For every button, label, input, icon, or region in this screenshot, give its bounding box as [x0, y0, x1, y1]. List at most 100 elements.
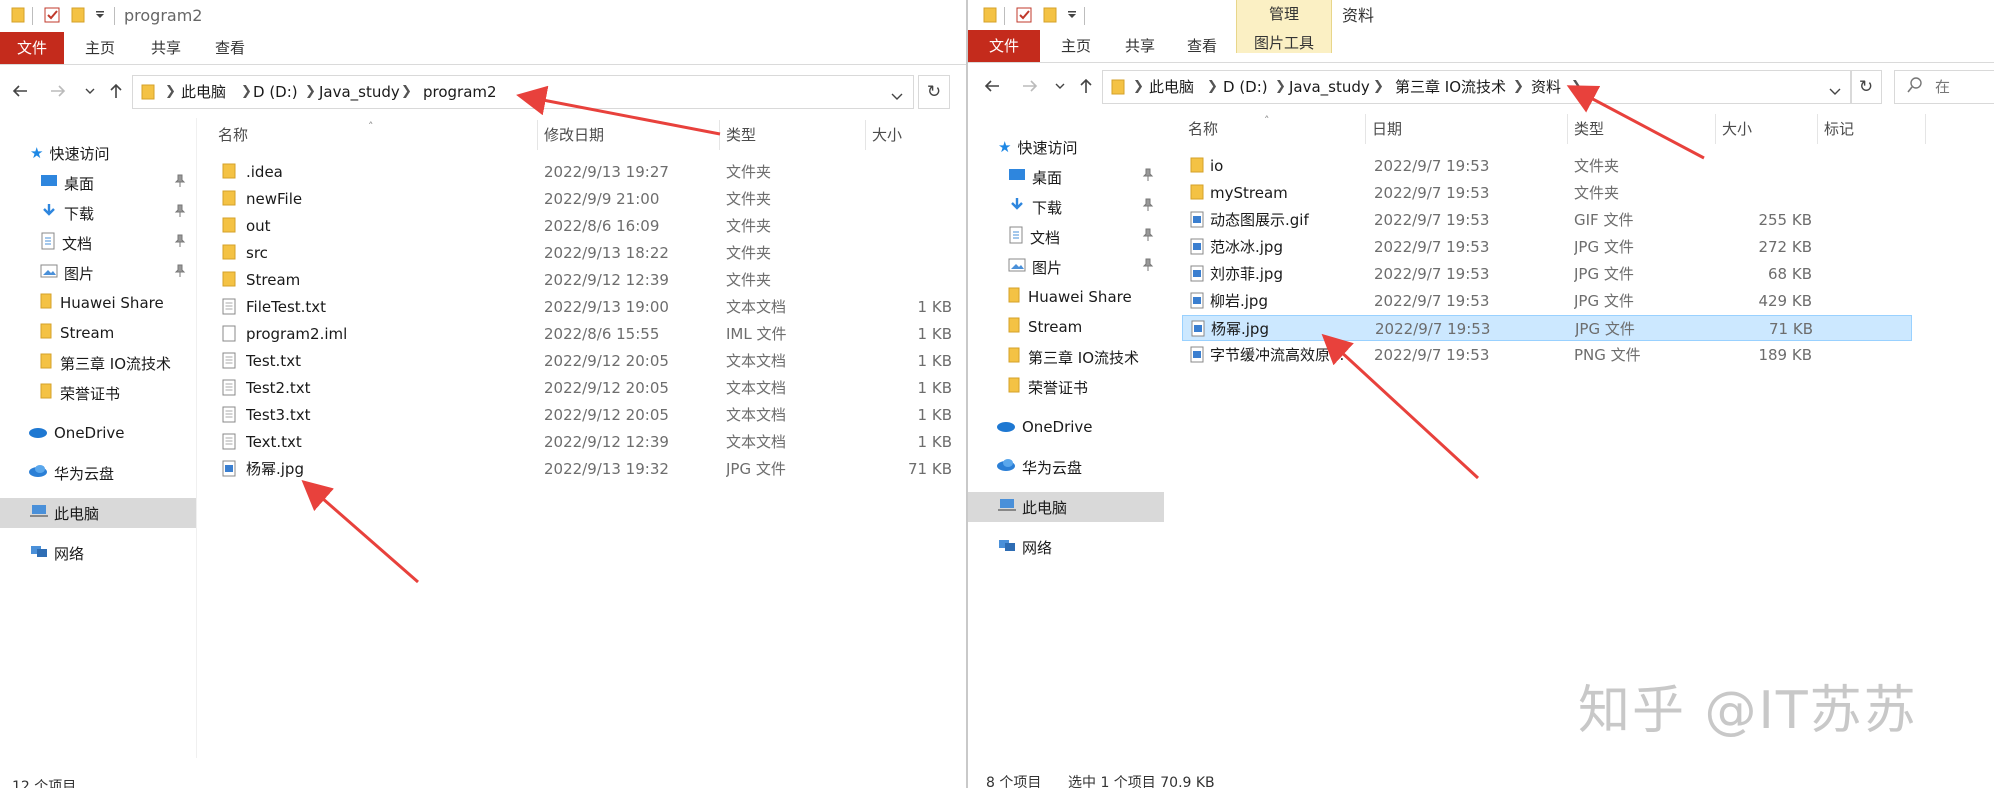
- column-header-tags[interactable]: 标记: [1818, 114, 1926, 144]
- column-header-type[interactable]: 类型: [1568, 114, 1716, 144]
- chevron-down-icon[interactable]: [891, 86, 903, 105]
- nav-quick-access[interactable]: ★ 快速访问: [0, 138, 196, 168]
- file-row[interactable]: 刘亦菲.jpg 2022/9/7 19:53 JPG 文件 68 KB: [1182, 261, 1912, 287]
- navigation-bar: ❯ 此电脑 ❯ D (D:) ❯ Java_study ❯ program2 ↻: [0, 69, 966, 113]
- column-header-size[interactable]: 大小: [866, 120, 962, 150]
- tab-share[interactable]: 共享: [138, 32, 194, 64]
- nav-desktop[interactable]: 桌面: [0, 168, 196, 198]
- chevron-down-icon[interactable]: [90, 5, 110, 25]
- nav-downloads[interactable]: 下载: [968, 192, 1164, 222]
- file-row[interactable]: Test.txt 2022/9/12 20:05 文本文档 1 KB: [212, 348, 962, 374]
- refresh-icon[interactable]: ↻: [918, 75, 950, 109]
- column-header-type[interactable]: 类型: [720, 120, 866, 150]
- nav-documents[interactable]: 文档: [0, 228, 196, 258]
- file-row[interactable]: Test2.txt 2022/9/12 20:05 文本文档 1 KB: [212, 375, 962, 401]
- breadcrumb-materials[interactable]: 资料: [1531, 71, 1561, 103]
- nav-huawei-share[interactable]: Huawei Share: [0, 288, 196, 318]
- properties-icon[interactable]: [42, 5, 62, 25]
- recent-locations-icon[interactable]: [1048, 74, 1072, 98]
- column-header-name[interactable]: 名称 ˄: [212, 120, 538, 150]
- file-row[interactable]: io 2022/9/7 19:53 文件夹: [1182, 153, 1912, 179]
- address-bar[interactable]: ❯ 此电脑 ❯ D (D:) ❯ Java_study ❯ 第三章 IO流技术 …: [1102, 70, 1852, 104]
- properties-icon[interactable]: [1014, 5, 1034, 25]
- file-row[interactable]: myStream 2022/9/7 19:53 文件夹: [1182, 180, 1912, 206]
- nav-huawei-cloud[interactable]: 华为云盘: [0, 458, 196, 488]
- breadcrumb-drive-d[interactable]: D (D:): [1223, 71, 1268, 103]
- nav-pictures[interactable]: 图片: [0, 258, 196, 288]
- ribbon: 文件 主页 共享 查看: [968, 30, 1994, 63]
- file-row[interactable]: Stream 2022/9/12 12:39 文件夹: [212, 267, 962, 293]
- nav-this-pc[interactable]: 此电脑: [968, 492, 1164, 522]
- nav-quick-access[interactable]: ★ 快速访问: [968, 132, 1164, 162]
- file-row[interactable]: FileTest.txt 2022/9/13 19:00 文本文档 1 KB: [212, 294, 962, 320]
- new-folder-icon[interactable]: [68, 5, 88, 25]
- breadcrumb-java-study[interactable]: Java_study: [1289, 71, 1370, 103]
- recent-locations-icon[interactable]: [78, 79, 102, 103]
- tab-file[interactable]: 文件: [0, 32, 64, 64]
- file-row[interactable]: Test3.txt 2022/9/12 20:05 文本文档 1 KB: [212, 402, 962, 428]
- chevron-down-icon[interactable]: [1829, 81, 1841, 100]
- tab-home[interactable]: 主页: [1048, 30, 1104, 62]
- file-row[interactable]: newFile 2022/9/9 21:00 文件夹: [212, 186, 962, 212]
- tab-view[interactable]: 查看: [1174, 30, 1230, 62]
- nav-downloads[interactable]: 下载: [0, 198, 196, 228]
- column-header-date[interactable]: 修改日期: [538, 120, 720, 150]
- nav-documents[interactable]: 文档: [968, 222, 1164, 252]
- file-row[interactable]: program2.iml 2022/8/6 15:55 IML 文件 1 KB: [212, 321, 962, 347]
- breadcrumb-drive-d[interactable]: D (D:): [253, 76, 298, 108]
- file-row[interactable]: 字节缓冲流高效原... 2022/9/7 19:53 PNG 文件 189 KB: [1182, 342, 1912, 368]
- nav-network[interactable]: 网络: [968, 532, 1164, 562]
- breadcrumb-program2[interactable]: program2: [423, 76, 497, 108]
- up-icon[interactable]: [104, 79, 128, 103]
- nav-pictures[interactable]: 图片: [968, 252, 1164, 282]
- tab-manage[interactable]: 管理: [1237, 0, 1331, 28]
- column-header-size[interactable]: 大小: [1716, 114, 1818, 144]
- breadcrumb-chapter3-io[interactable]: 第三章 IO流技术: [1395, 71, 1506, 103]
- column-header-date[interactable]: 日期: [1366, 114, 1568, 144]
- file-row[interactable]: 动态图展示.gif 2022/9/7 19:53 GIF 文件 255 KB: [1182, 207, 1912, 233]
- file-row[interactable]: Text.txt 2022/9/12 12:39 文本文档 1 KB: [212, 429, 962, 455]
- file-row[interactable]: 杨幂.jpg 2022/9/13 19:32 JPG 文件 71 KB: [212, 456, 962, 482]
- nav-honors[interactable]: 荣誉证书: [0, 378, 196, 408]
- breadcrumb-java-study[interactable]: Java_study: [319, 76, 400, 108]
- breadcrumb-this-pc[interactable]: 此电脑: [181, 76, 226, 108]
- column-header-name[interactable]: 名称 ˄: [1182, 114, 1366, 144]
- file-row[interactable]: .idea 2022/9/13 19:27 文件夹: [212, 159, 962, 185]
- tab-home[interactable]: 主页: [72, 32, 128, 64]
- nav-stream[interactable]: Stream: [968, 312, 1164, 342]
- nav-onedrive[interactable]: OneDrive: [968, 412, 1164, 442]
- new-folder-icon[interactable]: [1040, 5, 1060, 25]
- file-row[interactable]: 柳岩.jpg 2022/9/7 19:53 JPG 文件 429 KB: [1182, 288, 1912, 314]
- nav-network[interactable]: 网络: [0, 538, 196, 568]
- tab-file[interactable]: 文件: [968, 30, 1040, 62]
- back-icon[interactable]: [8, 79, 32, 103]
- file-row[interactable]: 杨幂.jpg 2022/9/7 19:53 JPG 文件 71 KB: [1182, 315, 1912, 341]
- search-input[interactable]: 在: [1894, 70, 1994, 104]
- file-row[interactable]: src 2022/9/13 18:22 文件夹: [212, 240, 962, 266]
- file-row[interactable]: out 2022/8/6 16:09 文件夹: [212, 213, 962, 239]
- pin-icon: [174, 174, 190, 190]
- file-name: Test3.txt: [246, 406, 311, 424]
- refresh-icon[interactable]: ↻: [1850, 70, 1882, 104]
- up-icon[interactable]: [1074, 74, 1098, 98]
- nav-honors[interactable]: 荣誉证书: [968, 372, 1164, 402]
- forward-icon[interactable]: [1018, 74, 1042, 98]
- tab-share[interactable]: 共享: [1112, 30, 1168, 62]
- pin-icon: [1142, 228, 1158, 244]
- nav-desktop[interactable]: 桌面: [968, 162, 1164, 192]
- nav-huawei-cloud[interactable]: 华为云盘: [968, 452, 1164, 482]
- back-icon[interactable]: [980, 74, 1004, 98]
- forward-icon[interactable]: [46, 79, 70, 103]
- tab-view[interactable]: 查看: [202, 32, 258, 64]
- nav-this-pc[interactable]: 此电脑: [0, 498, 196, 528]
- nav-onedrive[interactable]: OneDrive: [0, 418, 196, 448]
- nav-chapter3-io[interactable]: 第三章 IO流技术: [968, 342, 1164, 372]
- nav-stream[interactable]: Stream: [0, 318, 196, 348]
- file-row[interactable]: 范冰冰.jpg 2022/9/7 19:53 JPG 文件 272 KB: [1182, 234, 1912, 260]
- chevron-down-icon[interactable]: [1062, 5, 1082, 25]
- address-bar[interactable]: ❯ 此电脑 ❯ D (D:) ❯ Java_study ❯ program2: [132, 75, 914, 109]
- file-name: 杨幂.jpg: [1211, 320, 1269, 338]
- nav-chapter3-io[interactable]: 第三章 IO流技术: [0, 348, 196, 378]
- nav-huawei-share[interactable]: Huawei Share: [968, 282, 1164, 312]
- breadcrumb-this-pc[interactable]: 此电脑: [1149, 71, 1194, 103]
